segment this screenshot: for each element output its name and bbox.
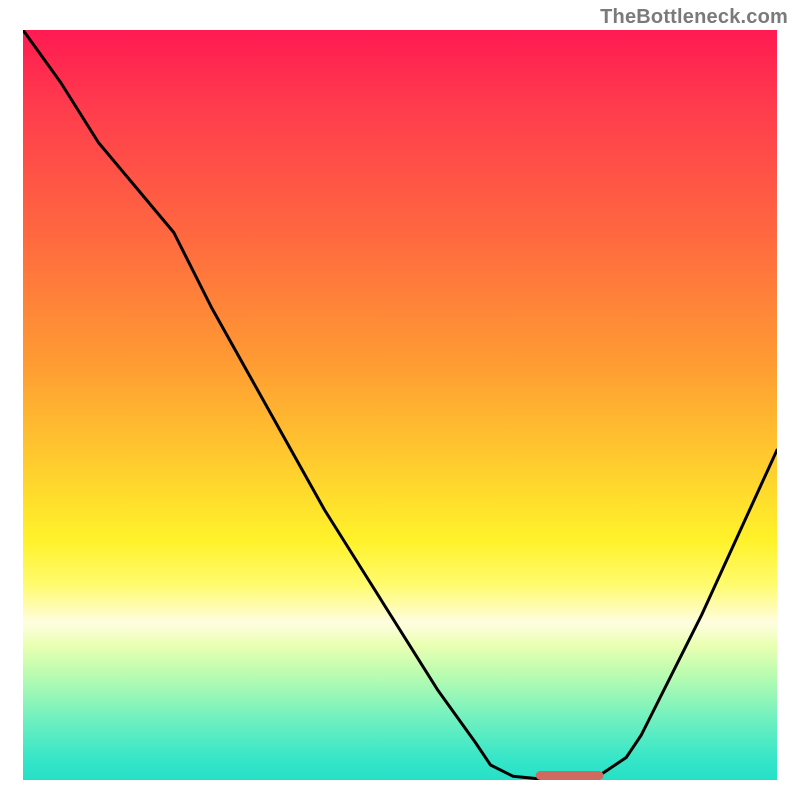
- plot-area: [23, 30, 777, 780]
- watermark-text: TheBottleneck.com: [600, 6, 788, 29]
- optimal-range-marker: [536, 771, 604, 780]
- plot-svg: [23, 30, 777, 780]
- chart-container: TheBottleneck.com: [0, 0, 800, 800]
- bottleneck-curve: [23, 30, 777, 780]
